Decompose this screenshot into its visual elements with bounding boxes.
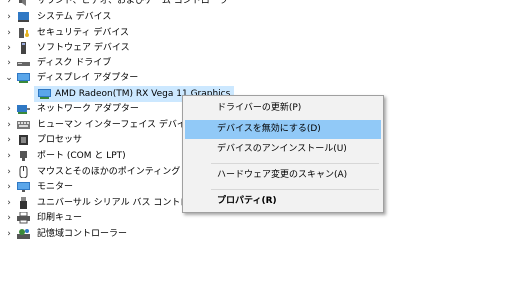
menu-item-scan-hardware[interactable]: ハードウェア変更のスキャン(A)	[185, 166, 381, 185]
disk-drive-icon	[17, 62, 30, 66]
tree-item-system-devices[interactable]: › システム デバイス	[0, 9, 380, 25]
printer-icon	[17, 212, 30, 224]
menu-item-label: ドライバーの更新(P)	[217, 103, 302, 113]
menu-item-label: デバイスを無効にする(D)	[217, 124, 321, 134]
tree-item-ports[interactable]: › ポート (COM と LPT)	[0, 148, 180, 164]
tree-item-monitors[interactable]: › モニター	[0, 179, 180, 195]
network-adapter-icon	[17, 105, 30, 114]
tree-item-label: システム デバイス	[37, 12, 112, 22]
tree-item-label: ポート (COM と LPT)	[37, 151, 126, 161]
context-menu: ドライバーの更新(P) デバイスを無効にする(D) デバイスのアンインストール(…	[182, 95, 384, 213]
chevron-right-icon[interactable]: ›	[5, 148, 13, 164]
tree-item-processors[interactable]: › プロセッサ	[0, 132, 180, 148]
menu-item-label: プロパティ(R)	[217, 196, 277, 206]
tree-item-print-queues[interactable]: › 印刷キュー	[0, 210, 180, 226]
tree-item-display-adapters[interactable]: ⌄ ディスプレイ アダプター	[0, 70, 380, 86]
menu-item-label: デバイスのアンインストール(U)	[217, 144, 347, 154]
tree-item-label: ディスプレイ アダプター	[37, 73, 139, 83]
chevron-right-icon[interactable]: ›	[5, 9, 13, 25]
tree-item-label: モニター	[37, 182, 74, 192]
menu-separator	[211, 163, 379, 164]
chevron-right-icon[interactable]: ›	[5, 40, 13, 56]
menu-item-update-driver[interactable]: ドライバーの更新(P)	[185, 99, 381, 118]
chevron-right-icon[interactable]: ›	[5, 0, 13, 9]
tree-item-label: プロセッサ	[37, 135, 83, 145]
menu-separator	[211, 189, 379, 190]
storage-controller-icon	[17, 229, 30, 239]
tree-item-network-adapters[interactable]: › ネットワーク アダプター	[0, 101, 180, 117]
tree-item-mice[interactable]: › マウスとそのほかのポインティング デバイス	[0, 164, 219, 180]
tree-item-sound[interactable]: › サウンド、ビデオ、およびゲーム コントローラー	[0, 0, 380, 9]
tree-item-label: ヒューマン インターフェイス デバイス	[37, 120, 195, 130]
mouse-icon	[19, 166, 28, 178]
monitor-icon	[17, 182, 30, 192]
hid-icon	[17, 121, 30, 129]
chevron-right-icon[interactable]: ›	[5, 226, 13, 242]
tree-item-security-devices[interactable]: › セキュリティ デバイス	[0, 25, 380, 41]
system-device-icon	[18, 12, 29, 22]
chevron-right-icon[interactable]: ›	[5, 25, 13, 41]
chevron-right-icon[interactable]: ›	[5, 210, 13, 226]
menu-item-properties[interactable]: プロパティ(R)	[185, 192, 381, 211]
tree-item-label: ネットワーク アダプター	[37, 104, 139, 114]
tree-item-label: 記憶域コントローラー	[37, 229, 128, 239]
display-adapter-icon	[38, 89, 51, 99]
software-device-icon	[21, 42, 26, 54]
security-key-icon	[19, 28, 29, 38]
tree-item-label: サウンド、ビデオ、およびゲーム コントローラー	[37, 0, 237, 6]
tree-item-disk-drives[interactable]: › ディスク ドライブ	[0, 55, 380, 71]
tree-item-label: ソフトウェア デバイス	[37, 43, 130, 53]
tree-item-usb[interactable]: › ユニバーサル シリアル バス コントローラー	[0, 195, 216, 211]
chevron-right-icon[interactable]: ›	[5, 55, 13, 71]
port-icon	[20, 151, 27, 161]
chevron-right-icon[interactable]: ›	[5, 164, 13, 180]
chevron-right-icon[interactable]: ›	[5, 117, 13, 133]
processor-icon	[19, 135, 28, 145]
tree-item-label: 印刷キュー	[37, 213, 83, 223]
display-adapter-icon	[17, 73, 30, 83]
chevron-right-icon[interactable]: ›	[5, 132, 13, 148]
usb-icon	[20, 197, 27, 209]
tree-item-label: ディスク ドライブ	[37, 58, 112, 68]
menu-item-uninstall-device[interactable]: デバイスのアンインストール(U)	[185, 140, 381, 159]
chevron-down-icon[interactable]: ⌄	[5, 70, 13, 86]
chevron-right-icon[interactable]: ›	[5, 101, 13, 117]
tree-item-software-devices[interactable]: › ソフトウェア デバイス	[0, 40, 380, 56]
chevron-right-icon[interactable]: ›	[5, 195, 13, 211]
speaker-icon	[19, 0, 26, 6]
menu-item-label: ハードウェア変更のスキャン(A)	[217, 170, 348, 180]
chevron-right-icon[interactable]: ›	[5, 179, 13, 195]
menu-item-disable-device[interactable]: デバイスを無効にする(D)	[185, 120, 381, 139]
tree-item-label: セキュリティ デバイス	[37, 28, 130, 38]
tree-item-storage-controllers[interactable]: › 記憶域コントローラー	[0, 226, 180, 242]
tree-item-hid[interactable]: › ヒューマン インターフェイス デバイス	[0, 117, 194, 133]
